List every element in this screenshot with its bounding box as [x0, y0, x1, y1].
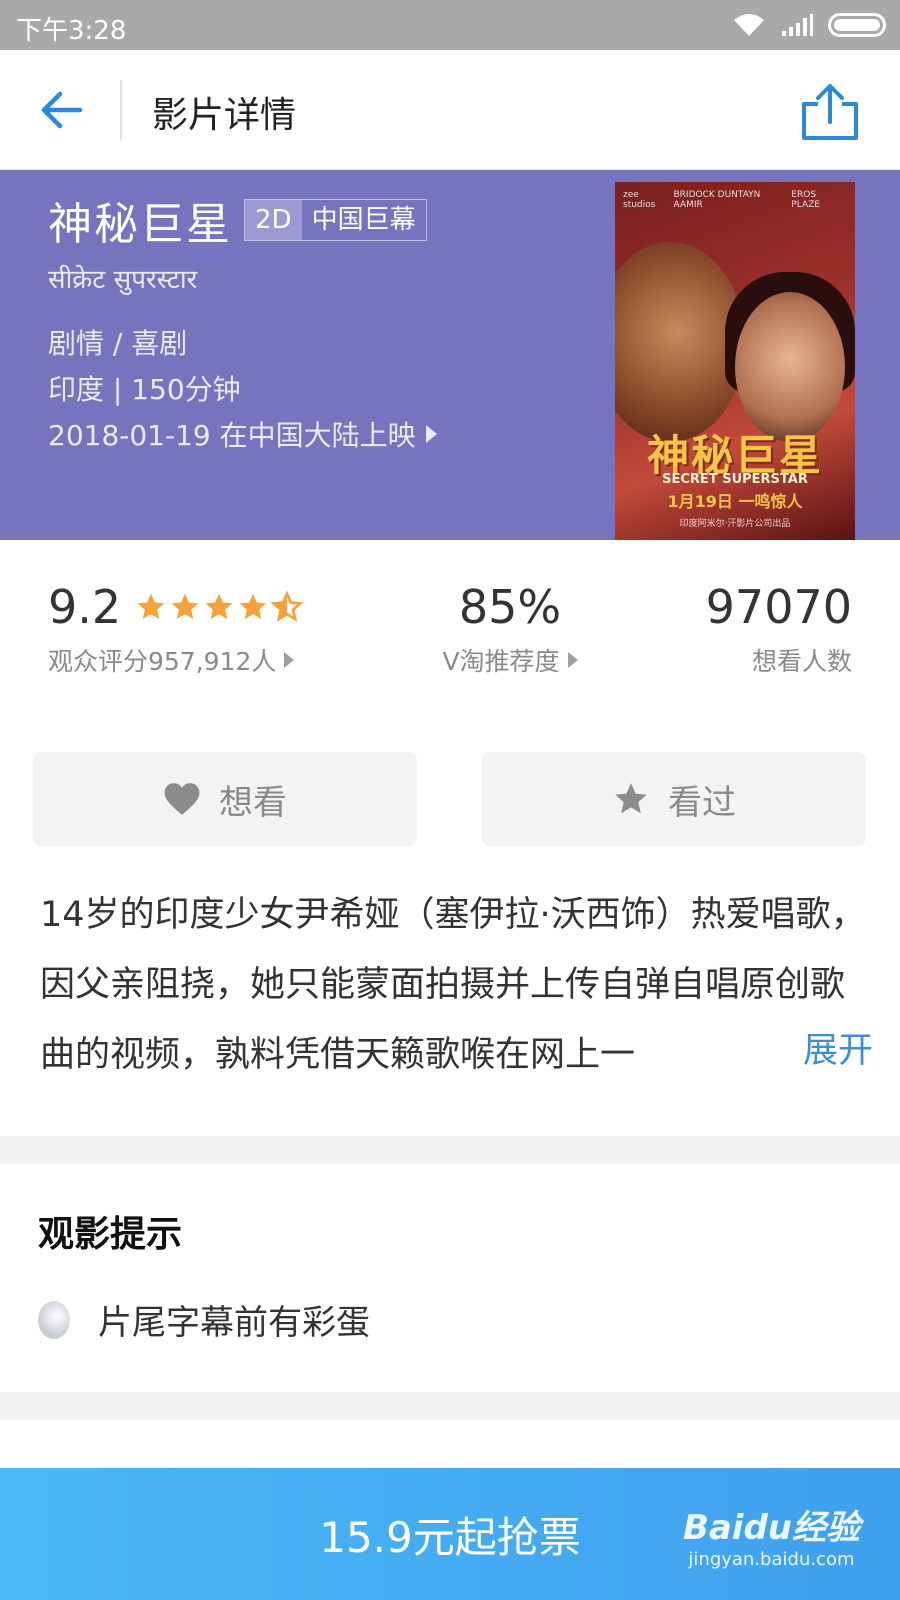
egg-icon: [38, 1300, 70, 1339]
score-label-row: 观众评分957,912人: [48, 642, 303, 678]
star-icon: [239, 593, 267, 619]
recommend-rate[interactable]: 85% V淘推荐度: [420, 580, 600, 678]
baidu-watermark: Baidu经验 jingyan.baidu.com: [683, 1500, 860, 1570]
viewing-tip-item: 片尾字幕前有彩蛋: [38, 1295, 370, 1344]
status-bar: 下午3:28: [0, 0, 900, 50]
poster-date: 1月19日 一鸣惊人: [667, 492, 803, 511]
watermark-url: jingyan.baidu.com: [688, 1549, 855, 1570]
chevron-right-icon: [284, 652, 295, 668]
poster-footer: 印度阿米尔·汗影片公司出品: [679, 519, 791, 529]
wifi-icon: [734, 14, 764, 36]
recommend-value: 85%: [458, 580, 562, 634]
expand-link[interactable]: 展开: [785, 1022, 874, 1073]
star-icon: [205, 593, 233, 619]
chevron-right-icon: [425, 425, 437, 443]
want-to-watch-button[interactable]: 想看: [33, 752, 417, 846]
poster-subtitle: SECRET SUPERSTAR: [662, 472, 808, 487]
viewing-tip-text: 片尾字幕前有彩蛋: [98, 1303, 370, 1343]
page-title: 影片详情: [152, 95, 297, 136]
chevron-right-icon: [567, 652, 578, 668]
poster-credit-mid: BRIDOCK DUNTAYN AAMIR: [673, 190, 761, 210]
release-info[interactable]: 2018-01-19 在中国大陆上映: [48, 414, 437, 454]
audience-score[interactable]: 9.2 观众评分957,912人: [48, 580, 304, 678]
poster-credits: zee studios BRIDOCK DUNTAYN AAMIR EROS P…: [623, 190, 847, 210]
battery-icon: [828, 13, 886, 37]
signal-icon: [782, 14, 813, 36]
poster-credit-right: EROS PLAZE: [791, 190, 820, 210]
movie-title: 神秘巨星: [48, 199, 232, 250]
movie-origin-duration: 印度 | 150分钟: [48, 373, 241, 406]
buy-ticket-label: 15.9元起抢票: [319, 1512, 581, 1562]
movie-genre: 剧情 / 喜剧: [48, 327, 188, 360]
section-separator: [0, 1392, 900, 1420]
nav-divider: [120, 80, 122, 140]
watermark-brand: Baidu经验: [682, 1508, 860, 1548]
watched-button[interactable]: 看过: [482, 752, 866, 846]
want-value: 97070: [705, 580, 852, 634]
movie-poster[interactable]: zee studios BRIDOCK DUNTAYN AAMIR EROS P…: [615, 182, 855, 540]
poster-figure-right: [735, 292, 845, 442]
share-icon[interactable]: [798, 80, 862, 144]
want-label: 想看人数: [751, 647, 852, 676]
star-icon: [171, 593, 199, 619]
heart-icon: [164, 783, 200, 815]
tag-2d: 2D: [245, 200, 302, 240]
star-icon: [137, 593, 165, 619]
synopsis-text: 14岁的印度少女尹希娅（塞伊拉·沃西饰）热爱唱歌，因父亲阻挠，她只能蒙面拍摄并上…: [40, 895, 866, 1075]
movie-original-title: सीक्रेट सुपरस्टार: [48, 265, 198, 295]
format-tags: 2D 中国巨幕: [244, 199, 427, 241]
movie-header: 神秘巨星 2D 中国巨幕 सीक्रेट सुपरस्टार 剧情 / 喜剧 印…: [0, 170, 900, 540]
star-icon: [615, 783, 647, 814]
status-icons: [732, 12, 886, 38]
score-row: 9.2: [48, 580, 304, 634]
half-star-icon: [271, 591, 304, 622]
release-text: 2018-01-19 在中国大陆上映: [48, 419, 416, 452]
want-count: 97070 想看人数: [706, 580, 852, 678]
section-separator: [0, 1136, 900, 1164]
tag-giant-screen: 中国巨幕: [311, 205, 416, 235]
watched-button-label: 看过: [668, 782, 736, 823]
recommend-label-row: V淘推荐度: [420, 642, 600, 678]
score-value: 9.2: [48, 580, 122, 634]
title-row: 神秘巨星 2D 中国巨幕: [48, 188, 427, 252]
nav-bar: 影片详情: [0, 50, 900, 170]
want-button-label: 想看: [219, 782, 287, 823]
back-arrow-icon[interactable]: [36, 86, 86, 136]
status-time: 下午3:28: [16, 16, 127, 46]
poster-credit-left: zee studios: [623, 190, 656, 210]
viewing-tips-title: 观影提示: [38, 1214, 183, 1255]
want-label-row: 想看人数: [706, 642, 852, 678]
star-rating: [135, 591, 304, 623]
recommend-label: V淘推荐度: [442, 647, 560, 676]
score-label: 观众评分957,912人: [48, 647, 277, 676]
ratings-row: 9.2 观众评分957,912人 85% V淘推荐度 97070 想看人数: [0, 580, 900, 700]
